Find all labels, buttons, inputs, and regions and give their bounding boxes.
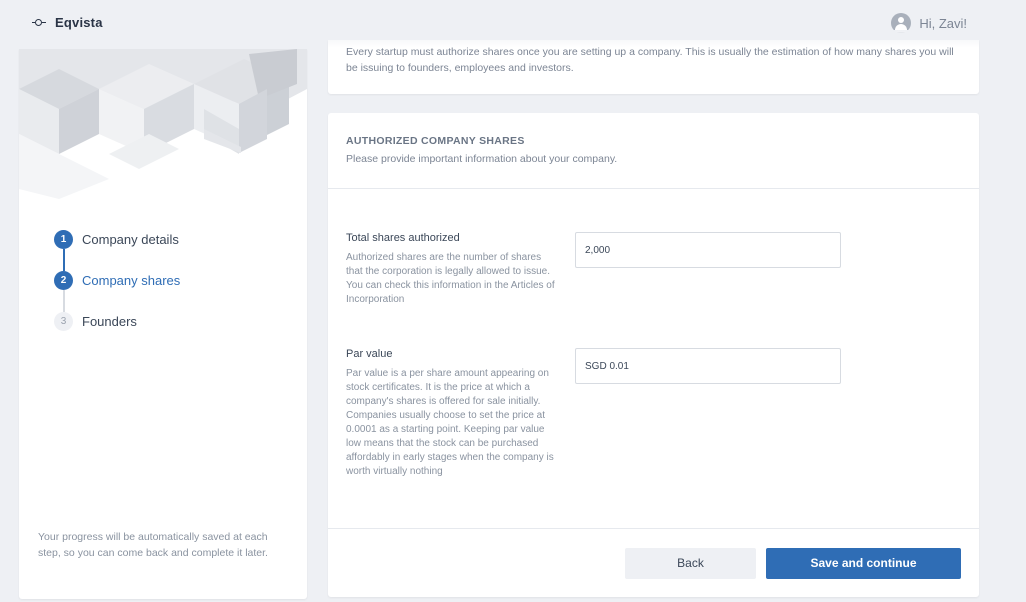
field-par-value: Par value Par value is a per share amoun… bbox=[346, 348, 966, 479]
divider bbox=[328, 528, 979, 529]
scroll-fade bbox=[328, 30, 979, 48]
eqvista-logo-icon bbox=[32, 16, 46, 30]
section-subtitle: Please provide important information abo… bbox=[346, 153, 618, 165]
step-number: 1 bbox=[54, 230, 73, 249]
step-connector bbox=[63, 290, 65, 312]
par-value-input[interactable] bbox=[575, 348, 841, 384]
brand-logo[interactable]: Eqvista bbox=[32, 15, 103, 30]
step-founders[interactable]: 3 Founders bbox=[54, 312, 180, 353]
field-description: Authorized shares are the number of shar… bbox=[346, 252, 555, 305]
brand-name: Eqvista bbox=[55, 15, 103, 30]
field-description: Par value is a per share amount appearin… bbox=[346, 368, 554, 477]
step-label: Company shares bbox=[82, 273, 181, 288]
step-company-details[interactable]: 1 Company details bbox=[54, 230, 180, 271]
intro-text: Every startup must authorize shares once… bbox=[346, 46, 954, 74]
authorized-shares-form: AUTHORIZED COMPANY SHARES Please provide… bbox=[328, 113, 979, 597]
section-title: AUTHORIZED COMPANY SHARES bbox=[346, 135, 525, 147]
intro-card: Every startup must authorize shares once… bbox=[328, 40, 979, 94]
step-company-shares[interactable]: 2 Company shares bbox=[54, 271, 180, 312]
total-shares-input[interactable] bbox=[575, 232, 841, 268]
progress-sidebar: 1 Company details 2 Company shares 3 Fou… bbox=[19, 49, 307, 599]
step-label: Founders bbox=[82, 314, 137, 329]
section-header: AUTHORIZED COMPANY SHARES Please provide… bbox=[346, 135, 617, 165]
save-and-continue-button[interactable]: Save and continue bbox=[766, 548, 961, 579]
decorative-cubes-illustration bbox=[19, 49, 307, 199]
step-number: 3 bbox=[54, 312, 73, 331]
step-number: 2 bbox=[54, 271, 73, 290]
divider bbox=[328, 188, 979, 189]
step-label: Company details bbox=[82, 232, 179, 247]
autosave-note: Your progress will be automatically save… bbox=[38, 531, 268, 559]
field-total-shares: Total shares authorized Authorized share… bbox=[346, 232, 966, 307]
step-connector bbox=[63, 249, 65, 271]
step-list: 1 Company details 2 Company shares 3 Fou… bbox=[54, 230, 180, 353]
back-button[interactable]: Back bbox=[625, 548, 756, 579]
user-greeting: Hi, Zavi! bbox=[919, 15, 967, 31]
